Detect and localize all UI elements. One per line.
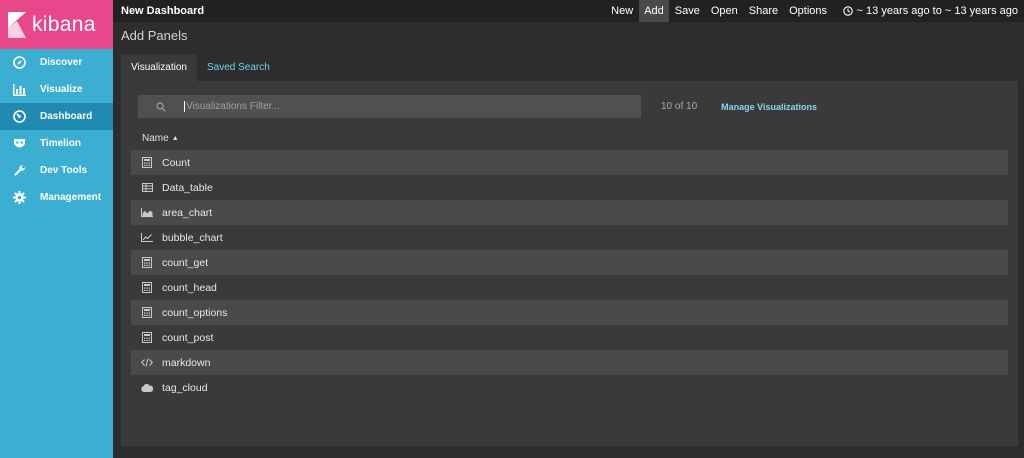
sidebar-item-dashboard[interactable]: Dashboard xyxy=(0,103,113,130)
calculator-icon xyxy=(141,307,153,319)
manage-visualizations-link[interactable]: Manage Visualizations xyxy=(721,102,817,112)
visualization-list: Count Data_table area_chart bubble_chart xyxy=(131,150,1008,400)
list-item-label: Data_table xyxy=(162,181,213,194)
share-button[interactable]: Share xyxy=(743,0,783,22)
list-item-label: count_get xyxy=(162,256,209,269)
time-range-label: ~ 13 years ago to ~ 13 years ago xyxy=(856,5,1018,17)
gear-icon xyxy=(12,191,26,205)
sidebar-item-label: Discover xyxy=(40,57,83,68)
calculator-icon xyxy=(141,257,153,269)
options-button[interactable]: Options xyxy=(784,0,833,22)
list-item-label: Count xyxy=(162,156,191,169)
list-item[interactable]: bubble_chart xyxy=(131,225,1008,250)
sidebar-item-label: Visualize xyxy=(40,84,83,95)
sidebar-item-management[interactable]: Management xyxy=(0,184,113,211)
list-item-label: count_options xyxy=(162,306,228,319)
brand-logo[interactable]: kibana xyxy=(0,0,113,49)
sidebar-item-discover[interactable]: Discover xyxy=(0,49,113,76)
brand-name: kibana xyxy=(32,12,96,36)
sidebar-nav: Discover Visualize Dashboard Timelion De… xyxy=(0,49,113,211)
name-column-header[interactable]: Name ▲ xyxy=(142,133,179,144)
new-button[interactable]: New xyxy=(606,0,639,22)
search-box xyxy=(138,95,641,118)
sidebar: kibana Discover Visualize Dashboard Time… xyxy=(0,0,113,458)
sidebar-item-label: Dev Tools xyxy=(40,165,88,176)
panel-tabs: Visualization Saved Search xyxy=(121,54,280,81)
list-item-label: bubble_chart xyxy=(162,231,223,244)
result-count: 10 of 10 xyxy=(661,101,698,112)
clock-icon xyxy=(842,6,853,16)
add-button[interactable]: Add xyxy=(638,0,670,22)
timelion-mask-icon xyxy=(12,137,26,151)
list-item[interactable]: markdown xyxy=(131,350,1008,375)
list-item[interactable]: tag_cloud xyxy=(131,375,1008,400)
bar-chart-icon xyxy=(12,83,26,97)
list-item[interactable]: count_options xyxy=(131,300,1008,325)
sidebar-item-label: Management xyxy=(40,192,102,203)
list-item-label: markdown xyxy=(162,356,211,369)
list-item-label: tag_cloud xyxy=(162,381,208,394)
list-item-label: count_head xyxy=(162,281,217,294)
sort-ascending-icon: ▲ xyxy=(171,135,179,142)
page-title: Add Panels xyxy=(121,28,188,43)
calculator-icon xyxy=(141,282,153,294)
sidebar-item-visualize[interactable]: Visualize xyxy=(0,76,113,103)
cloud-icon xyxy=(141,382,153,394)
list-item[interactable]: Count xyxy=(131,150,1008,175)
list-item-label: count_post xyxy=(162,331,214,344)
dashboard-title: New Dashboard xyxy=(121,5,205,17)
compass-icon xyxy=(12,56,26,70)
sidebar-item-timelion[interactable]: Timelion xyxy=(0,130,113,157)
visualizations-filter-input[interactable] xyxy=(184,101,624,112)
search-icon xyxy=(138,101,184,112)
calculator-icon xyxy=(141,332,153,344)
add-panels-content: 10 of 10 Manage Visualizations Name ▲ Co… xyxy=(121,81,1018,446)
code-icon xyxy=(141,357,153,369)
open-button[interactable]: Open xyxy=(705,0,743,22)
tab-visualization[interactable]: Visualization xyxy=(121,54,197,81)
sidebar-item-label: Timelion xyxy=(40,138,81,149)
sidebar-item-label: Dashboard xyxy=(40,111,93,122)
kibana-logo-icon xyxy=(8,11,26,38)
area-chart-icon xyxy=(141,207,153,219)
line-chart-icon xyxy=(141,232,153,244)
wrench-icon xyxy=(12,164,26,178)
sidebar-item-dev-tools[interactable]: Dev Tools xyxy=(0,157,113,184)
list-item[interactable]: area_chart xyxy=(131,200,1008,225)
column-header-label: Name xyxy=(142,133,169,144)
list-item[interactable]: count_get xyxy=(131,250,1008,275)
kibana-app: kibana Discover Visualize Dashboard Time… xyxy=(0,0,1024,458)
list-item[interactable]: count_post xyxy=(131,325,1008,350)
list-item[interactable]: Data_table xyxy=(131,175,1008,200)
filter-row: 10 of 10 Manage Visualizations xyxy=(138,95,817,118)
top-nav-bar: New Dashboard New Add Save Open Share Op… xyxy=(113,0,1024,22)
table-icon xyxy=(141,182,153,194)
tab-saved-search[interactable]: Saved Search xyxy=(197,54,280,81)
top-nav-menu: New Add Save Open Share Options xyxy=(606,0,833,22)
calculator-icon xyxy=(141,157,153,169)
list-item-label: area_chart xyxy=(162,206,213,219)
time-picker[interactable]: ~ 13 years ago to ~ 13 years ago xyxy=(833,5,1024,17)
list-item[interactable]: count_head xyxy=(131,275,1008,300)
dashboard-gauge-icon xyxy=(12,110,26,124)
save-button[interactable]: Save xyxy=(669,0,705,22)
